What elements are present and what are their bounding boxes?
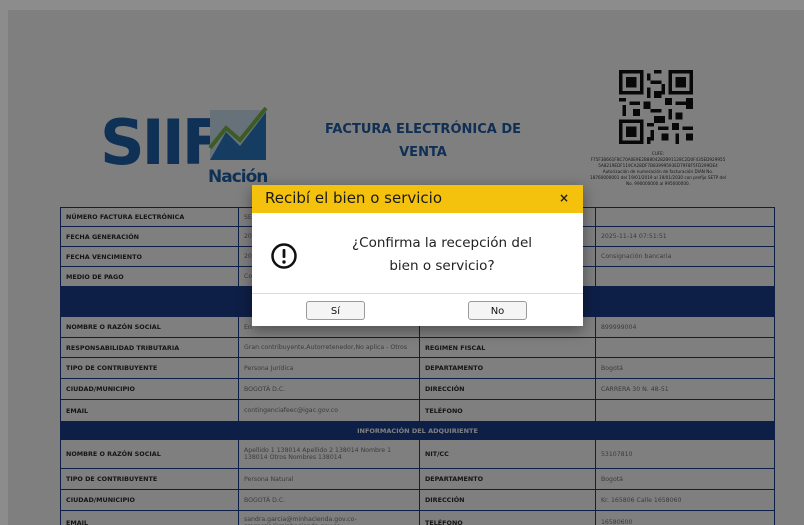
close-icon[interactable]: × xyxy=(559,191,569,205)
confirm-receipt-dialog: Recibí el bien o servicio × ¿Confirma la… xyxy=(252,185,583,326)
dialog-message-line2: bien o servicio? xyxy=(389,258,495,274)
dialog-body: ¿Confirma la recepción del bien o servic… xyxy=(252,213,583,293)
dialog-message: ¿Confirma la recepción del bien o servic… xyxy=(312,232,572,278)
dialog-message-line1: ¿Confirma la recepción del xyxy=(351,235,532,251)
yes-button[interactable]: Sí xyxy=(306,301,365,320)
dialog-header: Recibí el bien o servicio × xyxy=(252,185,583,213)
no-button[interactable]: No xyxy=(468,301,527,320)
exclamation-circle-icon xyxy=(271,243,297,269)
dialog-title: Recibí el bien o servicio xyxy=(265,189,442,207)
dialog-divider xyxy=(252,293,583,294)
